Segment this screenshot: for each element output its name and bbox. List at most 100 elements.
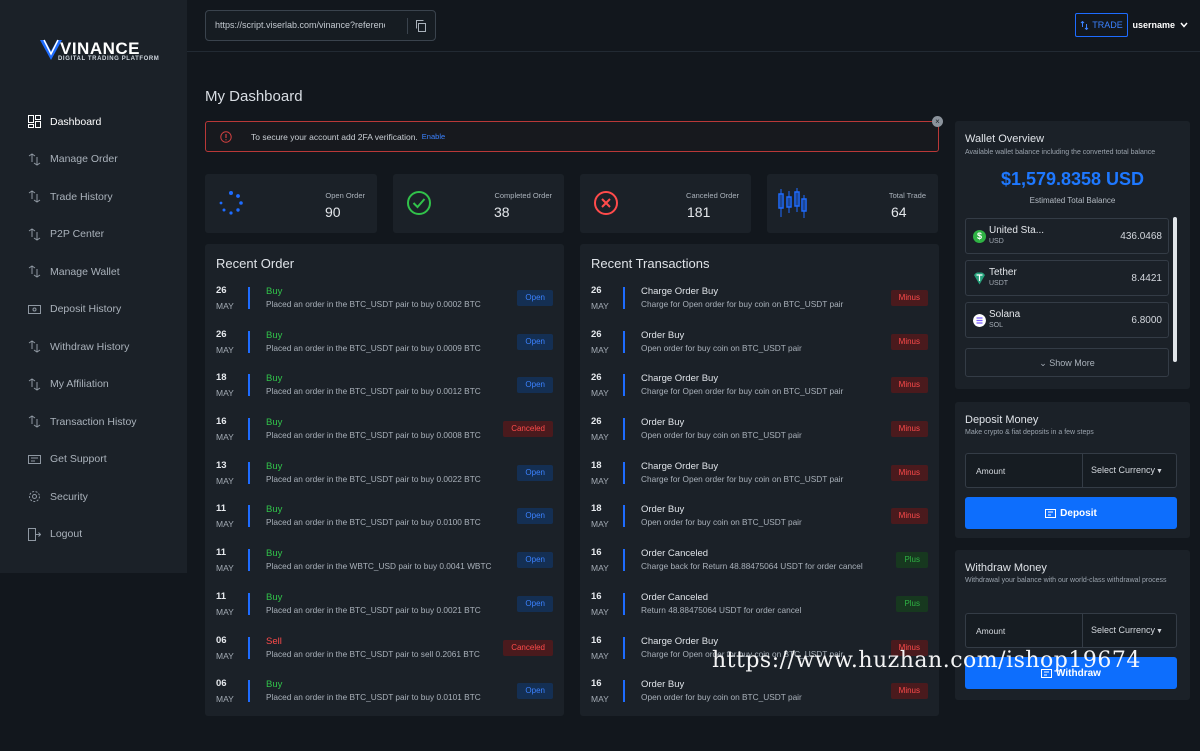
close-icon[interactable]: × (932, 116, 943, 127)
copy-icon[interactable] (415, 20, 427, 32)
wallet-title: Wallet Overview (965, 133, 1045, 145)
row-title: Buy (266, 679, 283, 691)
coin-amount: 436.0468 (1120, 231, 1162, 242)
sidebar-item-dashboard[interactable]: Dashboard (0, 103, 187, 141)
status-badge: Open (517, 290, 553, 306)
alert-text: To secure your account add 2FA verificat… (251, 131, 418, 142)
row-day: 16 (591, 590, 602, 602)
page-title: My Dashboard (205, 88, 303, 105)
user-menu[interactable]: username (1132, 20, 1188, 30)
row-title: Charge Order Buy (641, 286, 719, 297)
row-divider (623, 418, 625, 441)
sidebar-item-p2p-center[interactable]: P2P Center (0, 216, 187, 254)
caret-down-icon: ▼ (1156, 628, 1163, 635)
brand-logo[interactable]: VINANCE DIGITAL TRADING PLATFORM (40, 36, 160, 68)
trade-icon (27, 190, 41, 204)
sidebar-item-manage-order[interactable]: Manage Order (0, 141, 187, 179)
row-title: Buy (266, 286, 283, 297)
coin-symbol: USDT (989, 280, 1009, 287)
row-month: MAY (216, 432, 234, 443)
status-badge: Canceled (503, 639, 553, 656)
sidebar: VINANCE DIGITAL TRADING PLATFORM Dashboa… (0, 0, 187, 573)
deposit-currency-select[interactable]: Select Currency▼ (1091, 465, 1163, 475)
type-badge: Minus (890, 683, 928, 700)
sidebar-item-manage-wallet[interactable]: Manage Wallet (0, 253, 187, 291)
stat-label: Canceled Order (686, 191, 739, 200)
row-day: 16 (591, 678, 602, 690)
p2p-icon (27, 227, 41, 241)
alert-circle-icon (220, 130, 232, 143)
wallet-coin-usd[interactable]: $ United Sta... USD 436.0468 (965, 218, 1169, 254)
transaction-row: 26 MAY Order Buy Open order for buy coin on… (580, 414, 939, 458)
row-title: Order Buy (641, 679, 685, 691)
wallet-scrollbar[interactable] (1173, 217, 1177, 362)
order-list: 26 MAY Buy Placed an order in the BTC_USDT … (205, 283, 564, 720)
row-day: 11 (216, 547, 227, 559)
row-month: MAY (591, 519, 609, 530)
row-month: MAY (591, 650, 609, 661)
row-month: MAY (216, 301, 234, 311)
row-divider (248, 287, 250, 309)
referral-url-text[interactable]: https://script.viserlab.com/vinance?refe… (215, 20, 385, 30)
row-description: Placed an order in the BTC_USDT pair to … (266, 430, 481, 441)
dashboard-icon (27, 115, 41, 129)
row-day: 06 (216, 634, 227, 646)
deposit-amount-field[interactable]: Amount Select Currency▼ (965, 453, 1177, 488)
show-more-button[interactable]: ⌄ Show More (965, 348, 1169, 377)
coin-symbol: SOL (989, 322, 1004, 329)
row-month: MAY (216, 606, 234, 617)
status-badge: Open (517, 683, 553, 700)
transaction-row: 18 MAY Charge Order Buy Charge for Open ord… (580, 458, 939, 502)
row-divider (248, 505, 250, 528)
stat-label: Open Order (325, 191, 365, 200)
row-title: Charge Order Buy (641, 373, 719, 385)
sidebar-item-label: My Affiliation (50, 378, 109, 391)
row-month: MAY (216, 563, 234, 574)
support-icon (27, 452, 41, 466)
order-row: 13 MAY Buy Placed an order in the BTC_USDT … (205, 458, 564, 502)
enable-2fa-link[interactable]: Enable (422, 132, 445, 141)
withdraw-currency-select[interactable]: Select Currency▼ (1091, 625, 1163, 635)
sidebar-item-my-affiliation[interactable]: My Affiliation (0, 366, 187, 404)
sidebar-item-get-support[interactable]: Get Support (0, 441, 187, 479)
withdraw-title: Withdraw Money (965, 562, 1047, 574)
top-bar: https://script.viserlab.com/vinance?refe… (187, 0, 1200, 52)
status-badge: Open (517, 595, 553, 612)
wallet-coin-usdt[interactable]: Tether USDT 8.4421 (965, 260, 1169, 296)
sidebar-item-trade-history[interactable]: Trade History (0, 178, 187, 216)
sidebar-item-withdraw-history[interactable]: Withdraw History (0, 328, 187, 366)
sidebar-item-deposit-history[interactable]: Deposit History (0, 291, 187, 329)
row-month: MAY (591, 301, 609, 311)
type-badge: Minus (890, 464, 928, 481)
row-description: Charge for Open order for buy coin on BT… (641, 299, 844, 309)
status-badge: Open (517, 377, 553, 394)
row-divider (623, 505, 625, 528)
row-day: 18 (216, 372, 227, 384)
row-divider (623, 374, 625, 397)
row-month: MAY (216, 519, 234, 530)
transaction-icon (27, 415, 41, 429)
row-divider (248, 592, 250, 615)
sidebar-item-logout[interactable]: Logout (0, 516, 187, 554)
deposit-button[interactable]: Deposit (965, 497, 1177, 529)
coin-amount: 6.8000 (1131, 315, 1162, 326)
trade-button[interactable]: TRADE (1075, 13, 1128, 37)
wallet-coin-sol[interactable]: Solana SOL 6.8000 (965, 302, 1169, 338)
status-badge: Open (517, 333, 553, 350)
referral-url-field[interactable]: https://script.viserlab.com/vinance?refe… (205, 10, 436, 41)
sidebar-item-security[interactable]: Security (0, 478, 187, 516)
order-row: 18 MAY Buy Placed an order in the BTC_USDT … (205, 370, 564, 414)
sidebar-item-label: Manage Order (50, 153, 118, 166)
chevron-down-circle-icon: ⌄ (1039, 358, 1047, 368)
row-title: Buy (266, 504, 283, 516)
row-day: 16 (591, 634, 602, 646)
sidebar-item-label: Trade History (50, 190, 113, 203)
withdraw-amount-field[interactable]: Amount Select Currency▼ (965, 613, 1177, 648)
row-title: Buy (266, 548, 283, 560)
row-month: MAY (591, 432, 609, 443)
sidebar-item-transaction-history[interactable]: Transaction Histoy (0, 403, 187, 441)
row-day: 11 (216, 503, 227, 515)
row-divider (248, 636, 250, 659)
show-more-label: Show More (1049, 358, 1095, 368)
order-row: 06 MAY Buy Placed an order in the BTC_USDT … (205, 676, 564, 720)
